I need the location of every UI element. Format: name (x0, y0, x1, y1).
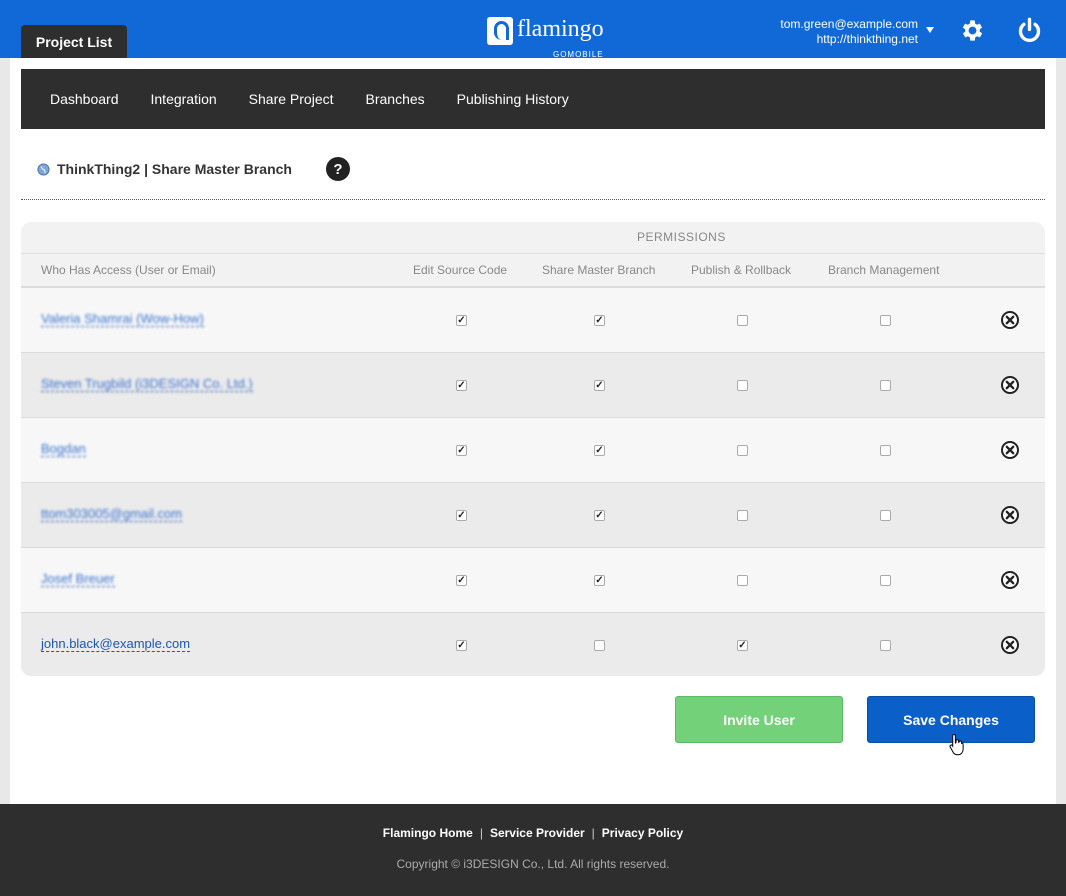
flamingo-logo-icon (487, 17, 513, 45)
permission-checkbox[interactable] (737, 510, 748, 521)
remove-user-icon[interactable] (1000, 375, 1020, 395)
permission-checkbox[interactable] (594, 640, 605, 651)
footer-link-service-provider[interactable]: Service Provider (485, 826, 590, 840)
permission-checkbox[interactable] (737, 445, 748, 456)
user-name-link[interactable]: Josef Breuer (41, 571, 115, 587)
nav-branches[interactable]: Branches (350, 91, 441, 107)
globe-icon (37, 162, 50, 176)
column-header-publish-rollback: Publish & Rollback (691, 263, 792, 277)
permission-checkbox[interactable] (594, 380, 605, 391)
user-name-link[interactable]: ttom303005@gmail.com (41, 506, 183, 522)
remove-user-icon[interactable] (1000, 310, 1020, 330)
column-header-edit-source: Edit Source Code (413, 263, 508, 277)
column-header-branch-management: Branch Management (828, 263, 940, 277)
permission-checkbox[interactable] (456, 640, 467, 651)
permission-checkbox[interactable] (456, 380, 467, 391)
project-list-tab[interactable]: Project List (21, 25, 127, 58)
user-name-link[interactable]: Bogdan (41, 441, 86, 457)
copyright-text: Copyright © i3DESIGN Co., Ltd. All right… (396, 857, 670, 871)
user-account-menu[interactable]: tom.green@example.com http://thinkthing.… (780, 17, 918, 47)
permission-checkbox[interactable] (880, 445, 891, 456)
permission-checkbox[interactable] (880, 380, 891, 391)
footer-link-flamingo-home[interactable]: Flamingo Home (378, 826, 478, 840)
nav-publishing-history[interactable]: Publishing History (441, 91, 585, 107)
table-row: Steven Trugbild (i3DESIGN Co. Ltd.) (21, 352, 1045, 417)
nav-integration[interactable]: Integration (135, 91, 233, 107)
permission-checkbox[interactable] (456, 575, 467, 586)
permissions-group-header: PERMISSIONS (21, 222, 1045, 254)
permission-checkbox[interactable] (737, 575, 748, 586)
table-row: john.black@example.com (21, 612, 1045, 676)
permissions-title: PERMISSIONS (637, 230, 726, 244)
permission-checkbox[interactable] (594, 445, 605, 456)
permission-checkbox[interactable] (594, 315, 605, 326)
logo-text: flamingo (517, 16, 604, 42)
project-subnav: Dashboard Integration Share Project Bran… (21, 69, 1045, 129)
chevron-down-icon[interactable] (926, 27, 934, 33)
user-site: http://thinkthing.net (816, 32, 918, 46)
top-bar: Project List flamingo GOMOBILE tom.green… (0, 0, 1066, 59)
permission-checkbox[interactable] (456, 445, 467, 456)
user-name-link[interactable]: john.black@example.com (41, 636, 191, 652)
permission-checkbox[interactable] (594, 510, 605, 521)
hand-cursor-icon (949, 733, 964, 756)
permission-checkbox[interactable] (880, 575, 891, 586)
footer-separator: | (479, 826, 483, 840)
remove-user-icon[interactable] (1000, 440, 1020, 460)
table-row: Bogdan (21, 417, 1045, 482)
footer: Flamingo Home | Service Provider | Priva… (0, 804, 1066, 896)
column-header-share-master: Share Master Branch (542, 263, 656, 277)
permissions-table: PERMISSIONS Who Has Access (User or Emai… (21, 222, 1045, 676)
permission-checkbox[interactable] (737, 640, 748, 651)
user-name-link[interactable]: Valeria Shamrai (Wow-How) (41, 311, 204, 327)
permission-checkbox[interactable] (594, 575, 605, 586)
table-header-row: Who Has Access (User or Email) Edit Sour… (21, 254, 1045, 287)
page-title: ThinkThing2 | Share Master Branch (57, 161, 292, 177)
power-icon[interactable] (1016, 17, 1043, 44)
user-email: tom.green@example.com (780, 17, 918, 31)
permission-checkbox[interactable] (737, 380, 748, 391)
nav-dashboard[interactable]: Dashboard (34, 91, 135, 107)
table-row: Valeria Shamrai (Wow-How) (21, 287, 1045, 352)
gear-icon[interactable] (959, 17, 986, 44)
permission-checkbox[interactable] (737, 315, 748, 326)
permission-checkbox[interactable] (456, 510, 467, 521)
user-name-link[interactable]: Steven Trugbild (i3DESIGN Co. Ltd.) (41, 376, 253, 392)
flamingo-logo[interactable]: flamingo GOMOBILE (487, 16, 604, 59)
logo-wordmark: flamingo GOMOBILE (517, 16, 604, 59)
nav-share-project[interactable]: Share Project (233, 91, 350, 107)
footer-separator: | (591, 826, 595, 840)
footer-links: Flamingo Home | Service Provider | Priva… (0, 826, 1066, 840)
table-row: ttom303005@gmail.com (21, 482, 1045, 547)
permission-checkbox[interactable] (456, 315, 467, 326)
remove-user-icon[interactable] (1000, 505, 1020, 525)
invite-user-button[interactable]: Invite User (675, 696, 843, 743)
permission-checkbox[interactable] (880, 510, 891, 521)
permission-checkbox[interactable] (880, 315, 891, 326)
divider (21, 199, 1045, 200)
permission-checkbox[interactable] (880, 640, 891, 651)
footer-link-privacy-policy[interactable]: Privacy Policy (597, 826, 688, 840)
table-row: Josef Breuer (21, 547, 1045, 612)
breadcrumb: ThinkThing2 | Share Master Branch (37, 158, 292, 180)
remove-user-icon[interactable] (1000, 570, 1020, 590)
remove-user-icon[interactable] (1000, 635, 1020, 655)
help-icon[interactable]: ? (326, 157, 350, 181)
column-header-user: Who Has Access (User or Email) (41, 263, 216, 277)
